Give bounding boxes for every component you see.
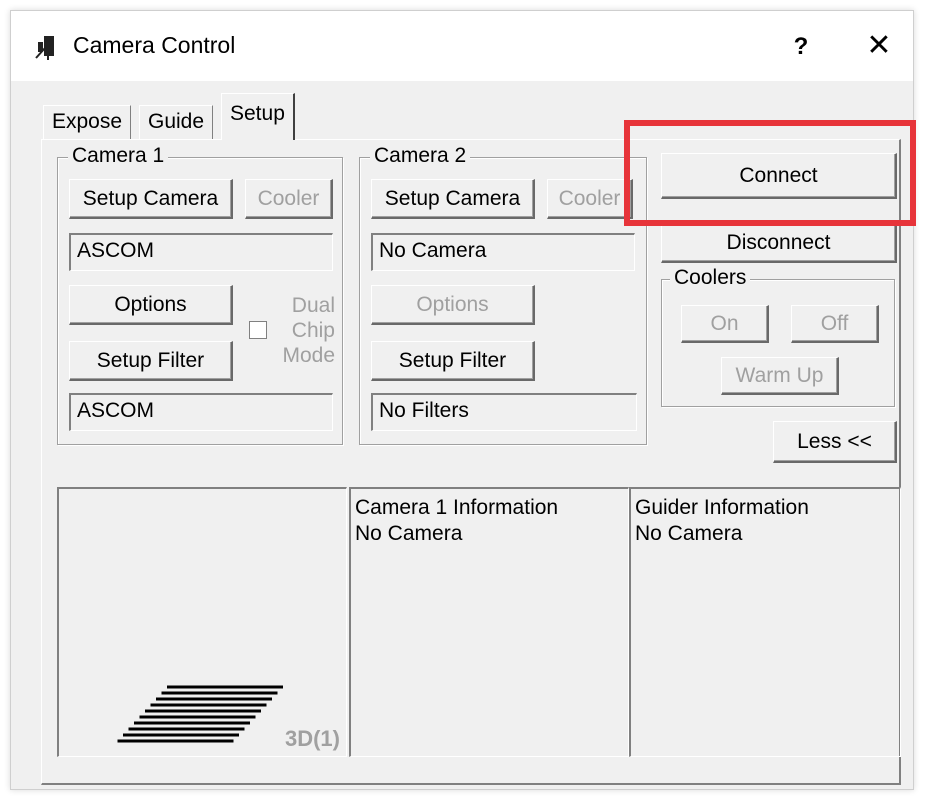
camera2-cooler-button[interactable]: Cooler [547, 179, 633, 219]
camera1-group-label: Camera 1 [68, 144, 169, 168]
cooler-on-button[interactable]: On [681, 305, 769, 343]
camera2-filter-field[interactable]: No Filters [371, 393, 637, 431]
camera2-camera-field[interactable]: No Camera [371, 233, 635, 271]
camera1-camera-field[interactable]: ASCOM [69, 233, 333, 271]
help-button[interactable]: ? [781, 29, 821, 65]
guider-info-status: No Camera [635, 522, 743, 545]
camera1-setup-camera-button[interactable]: Setup Camera [69, 179, 233, 219]
window-title: Camera Control [73, 32, 236, 58]
camera1-filter-field[interactable]: ASCOM [69, 393, 333, 431]
close-icon[interactable]: ✕ [859, 27, 899, 67]
tab-guide[interactable]: Guide [139, 105, 214, 139]
camera-control-window: Camera Control ? ✕ Expose Guide Setup Ca… [10, 10, 914, 790]
camera2-setup-filter-button[interactable]: Setup Filter [371, 341, 535, 381]
camera1-info-status: No Camera [355, 522, 463, 545]
camera2-group-label: Camera 2 [370, 144, 471, 168]
title-bar: Camera Control ? ✕ [11, 11, 913, 81]
preview-status-label: 3D(1) [284, 726, 340, 751]
camera1-info-panel: Camera 1 Information No Camera [349, 487, 629, 757]
camera1-options-button[interactable]: Options [69, 285, 233, 325]
warm-up-button[interactable]: Warm Up [721, 357, 839, 395]
guider-info-panel: Guider Information No Camera [629, 487, 901, 757]
camera-control-icon [34, 34, 60, 60]
connect-button[interactable]: Connect [661, 153, 897, 199]
guider-info-title: Guider Information [635, 496, 809, 519]
camera1-info-title: Camera 1 Information [355, 496, 559, 519]
disconnect-button[interactable]: Disconnect [661, 223, 897, 263]
tab-expose[interactable]: Expose [43, 105, 132, 139]
tab-setup[interactable]: Setup [221, 93, 295, 140]
less-button[interactable]: Less << [773, 421, 897, 463]
camera1-setup-filter-button[interactable]: Setup Filter [69, 341, 233, 381]
coolers-group-label: Coolers [670, 266, 751, 290]
dual-chip-mode-checkbox[interactable] [249, 321, 267, 339]
cooler-off-button[interactable]: Off [791, 305, 879, 343]
preview-panel: 3D(1) [57, 487, 347, 757]
filter-wheel-graphic [117, 685, 283, 743]
camera2-setup-camera-button[interactable]: Setup Camera [371, 179, 535, 219]
camera2-options-button[interactable]: Options [371, 285, 535, 325]
dual-chip-mode-label: Dual Chip Mode [282, 294, 335, 367]
camera1-cooler-button[interactable]: Cooler [245, 179, 333, 219]
